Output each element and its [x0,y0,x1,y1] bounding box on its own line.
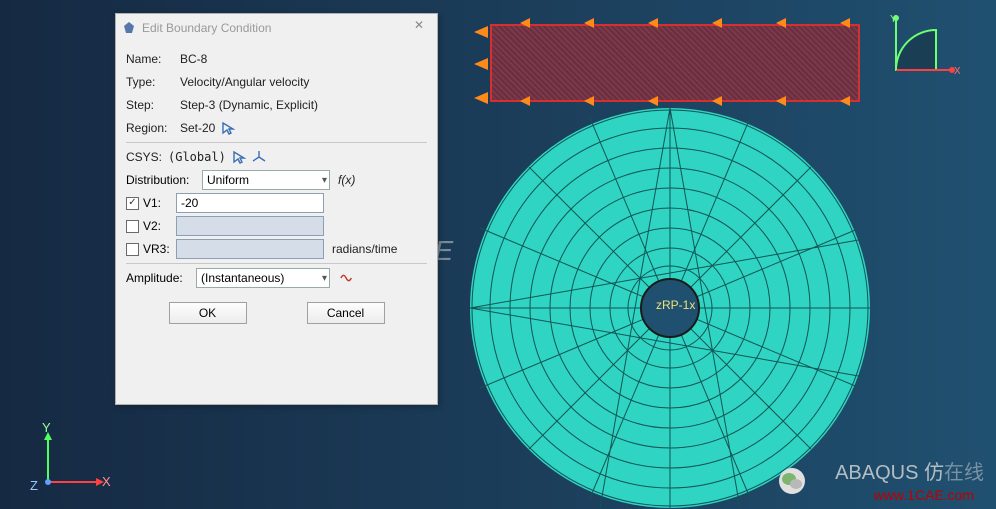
name-label: Name: [126,52,180,66]
chevron-down-icon: ▾ [322,273,327,284]
vr3-units: radians/time [332,242,397,256]
pick-icon[interactable] [221,121,235,135]
dialog-title: Edit Boundary Condition [142,21,407,35]
velocity-arrow [840,96,850,106]
reference-point-label: zRP-1x [656,298,695,312]
region-label: Region: [126,121,180,135]
csys-axes-icon[interactable] [252,150,266,164]
edit-boundary-condition-dialog: Edit Boundary Condition ✕ Name: BC-8 Typ… [115,13,438,405]
dialog-titlebar[interactable]: Edit Boundary Condition ✕ [116,14,437,42]
amplitude-label: Amplitude: [126,271,196,285]
type-value: Velocity/Angular velocity [180,75,309,89]
csys-value: (Global) [168,150,226,164]
vr3-label: VR3: [143,242,170,256]
axis-x-label: X [102,474,111,489]
axis-y-label: Y [42,420,51,435]
velocity-arrow [520,18,530,28]
v1-label: V1: [143,196,161,210]
cancel-button[interactable]: Cancel [307,302,385,324]
v2-checkbox[interactable] [126,220,139,233]
wechat-icon [778,467,806,495]
axis-z-label: Z [30,478,38,493]
velocity-arrow [584,18,594,28]
velocity-arrow [520,96,530,106]
distribution-combo[interactable]: Uniform ▾ [202,170,330,190]
velocity-arrow [584,96,594,106]
vr3-checkbox[interactable] [126,243,139,256]
velocity-arrow [648,96,658,106]
v2-checkbox-row: V2: [126,219,176,233]
velocity-arrow [776,18,786,28]
velocity-arrow [648,18,658,28]
v1-checkbox-row: V1: [126,196,176,210]
chevron-down-icon: ▾ [322,175,327,186]
region-value: Set-20 [180,121,215,135]
v1-input[interactable]: -20 [176,193,324,213]
app-icon [122,21,136,35]
velocity-arrow [712,18,722,28]
v2-input[interactable] [176,216,324,236]
pick-icon[interactable] [232,150,246,164]
orientation-triad-top-right: X Y [890,14,960,80]
ok-button[interactable]: OK [169,302,247,324]
distribution-label: Distribution: [126,173,202,187]
vr3-checkbox-row: VR3: [126,242,176,256]
name-value: BC-8 [180,52,207,66]
watermark-app: ABAQUS 仿在线 [835,456,984,485]
velocity-mesh-bar [490,24,860,102]
velocity-arrow [474,58,488,70]
step-label: Step: [126,98,180,112]
v1-checkbox[interactable] [126,197,139,210]
velocity-arrow [474,92,488,104]
watermark-url: www.1CAE.com [874,487,974,503]
velocity-arrow [776,96,786,106]
fx-label: f(x) [338,173,355,187]
vr3-input[interactable] [176,239,324,259]
amplitude-combo[interactable]: (Instantaneous) ▾ [196,268,330,288]
velocity-arrow [474,26,488,38]
velocity-arrow [840,18,850,28]
step-value: Step-3 (Dynamic, Explicit) [180,98,318,112]
velocity-arrow [712,96,722,106]
svg-text:Y: Y [890,14,897,25]
close-icon[interactable]: ✕ [407,18,431,38]
orientation-triad-bottom-left: X Y Z [30,428,110,498]
amplitude-wave-icon[interactable] [340,271,354,285]
v2-label: V2: [143,219,161,233]
svg-text:X: X [954,66,960,77]
type-label: Type: [126,75,180,89]
csys-label: CSYS: [126,150,168,164]
